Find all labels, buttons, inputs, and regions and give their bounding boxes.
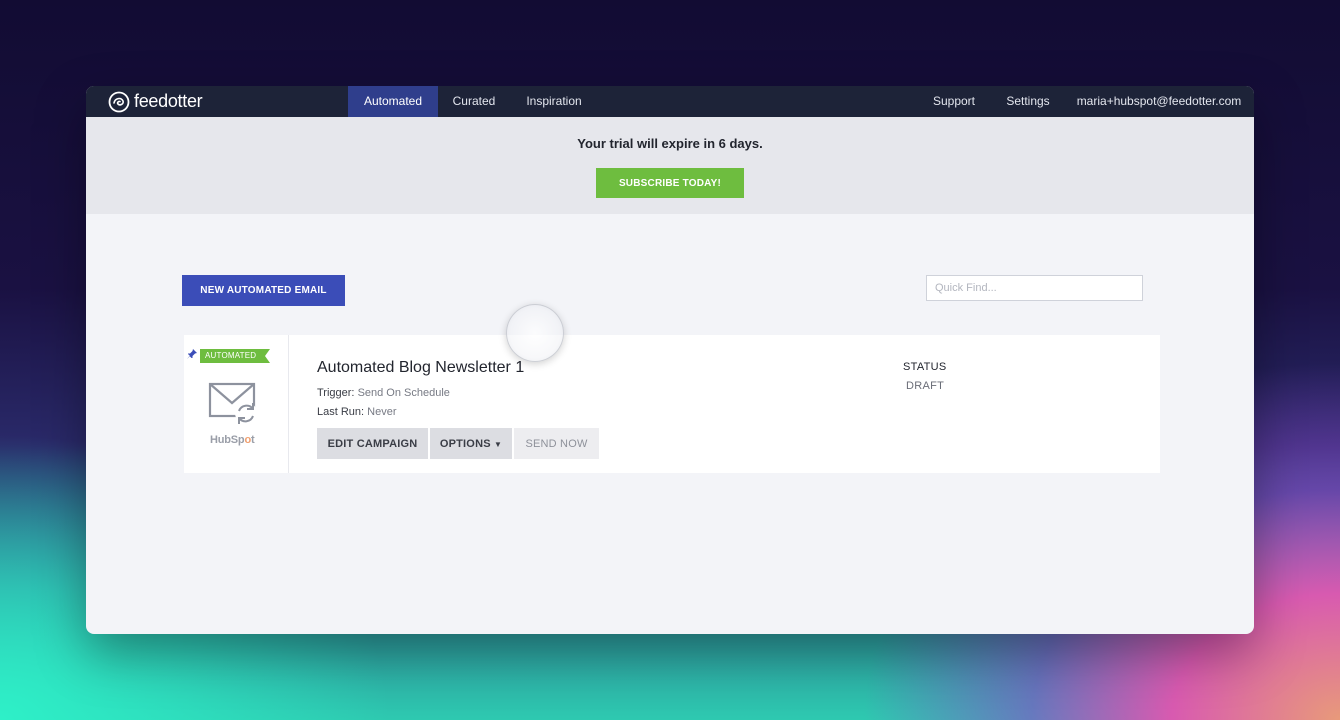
options-dropdown-button[interactable]: OPTIONS ▼ (430, 428, 512, 459)
trigger-value: Send On Schedule (357, 387, 450, 399)
options-label: OPTIONS (439, 437, 491, 450)
campaign-card: AUTOMATED HubSpot Automated Blog Newslet… (184, 335, 1160, 473)
trigger-line: Trigger: Send On Schedule (317, 387, 450, 399)
automated-badge: AUTOMATED (200, 349, 271, 363)
logo-text: feedotter (134, 91, 203, 111)
cursor-indicator (506, 304, 564, 362)
caret-down-icon: ▼ (494, 439, 503, 449)
nav-support-link[interactable]: Support (922, 86, 986, 117)
nav-settings-link[interactable]: Settings (996, 86, 1060, 117)
last-run-line: Last Run: Never (317, 406, 397, 418)
feedotter-logo[interactable]: feedotter (108, 90, 203, 113)
last-run-label: Last Run: (317, 406, 365, 418)
send-now-button[interactable]: SEND NOW (514, 428, 599, 459)
pin-icon[interactable] (186, 348, 198, 360)
edit-campaign-button[interactable]: EDIT CAMPAIGN (317, 428, 428, 459)
trigger-label: Trigger: (317, 387, 355, 399)
otter-logo-icon (108, 91, 130, 112)
status-value: DRAFT (906, 380, 945, 392)
new-automated-email-button[interactable]: NEW AUTOMATED EMAIL (182, 275, 345, 306)
trial-message: Your trial will expire in 6 days. (577, 136, 763, 151)
quick-find-input[interactable] (926, 275, 1143, 301)
status-label: STATUS (903, 361, 947, 373)
tab-automated[interactable]: Automated (348, 86, 438, 117)
campaign-thumbnail: AUTOMATED HubSpot (184, 335, 289, 473)
hubspot-logo: HubSpot (210, 434, 255, 446)
subscribe-button[interactable]: SUBSCRIBE TODAY! (596, 168, 744, 198)
email-sync-icon (208, 382, 257, 424)
tab-inspiration[interactable]: Inspiration (516, 86, 592, 117)
tab-curated[interactable]: Curated (440, 86, 508, 117)
top-nav-bar: feedotter Automated Curated Inspiration … (86, 86, 1254, 117)
campaign-title[interactable]: Automated Blog Newsletter 1 (317, 359, 524, 377)
last-run-value: Never (367, 406, 397, 418)
account-menu[interactable]: maria+hubspot@feedotter.com (1076, 86, 1242, 117)
app-window: feedotter Automated Curated Inspiration … (86, 86, 1254, 634)
trial-banner: Your trial will expire in 6 days. SUBSCR… (86, 117, 1254, 214)
